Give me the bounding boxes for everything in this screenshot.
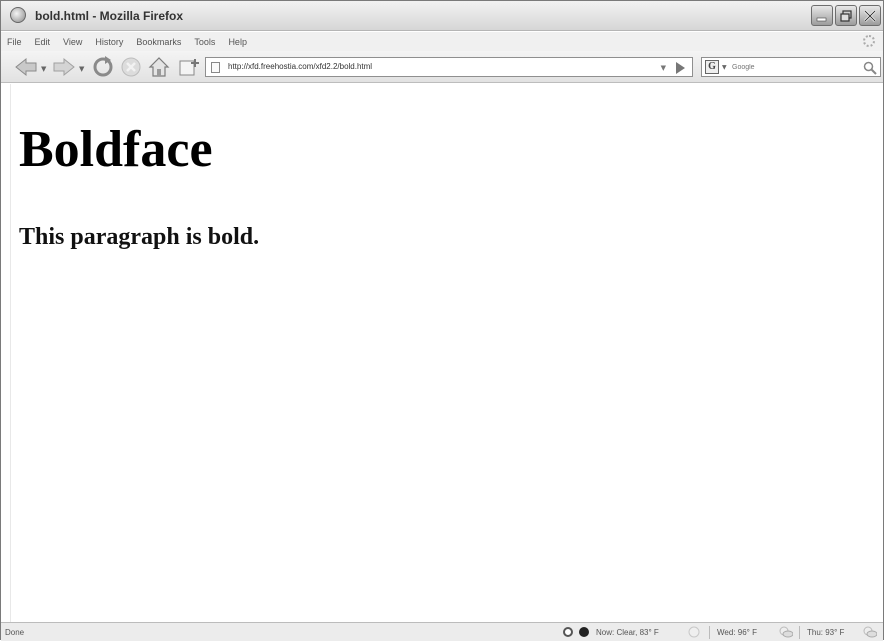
window-title: bold.html - Mozilla Firefox xyxy=(35,9,183,23)
search-magnifier-icon[interactable] xyxy=(863,61,877,75)
navigation-toolbar: ▼ ▼ http://xfd.freehostia.com/xfd2.2/bol… xyxy=(1,51,883,83)
menu-bookmarks[interactable]: Bookmarks xyxy=(136,37,181,47)
forward-button[interactable] xyxy=(51,55,77,79)
status-separator xyxy=(799,626,800,639)
url-text[interactable]: http://xfd.freehostia.com/xfd2.2/bold.ht… xyxy=(228,58,372,76)
stop-button[interactable] xyxy=(119,55,143,79)
reload-icon xyxy=(93,56,113,77)
engine-dropdown-icon[interactable]: ▼ xyxy=(722,64,727,71)
status-text: Done xyxy=(5,628,25,637)
menu-history[interactable]: History xyxy=(95,37,123,47)
browser-window: bold.html - Mozilla Firefox File Edit Vi… xyxy=(0,0,884,641)
weather-thu[interactable]: Thu: 93° F xyxy=(807,628,844,637)
close-icon xyxy=(864,10,876,22)
menu-edit[interactable]: Edit xyxy=(35,37,51,47)
page-icon xyxy=(211,62,220,73)
forecast-status-icon[interactable] xyxy=(579,627,589,637)
menu-bar: File Edit View History Bookmarks Tools H… xyxy=(1,32,883,51)
status-bar: Done Now: Clear, 83° F Wed: 96° F Thu: 9… xyxy=(1,622,883,641)
url-dropdown-icon[interactable]: ▼ xyxy=(661,64,666,72)
forward-arrow-icon xyxy=(53,57,75,77)
restore-button[interactable] xyxy=(835,5,857,26)
page-heading: Boldface xyxy=(19,121,213,178)
menu-help[interactable]: Help xyxy=(228,37,247,47)
weather-wed[interactable]: Wed: 96° F xyxy=(717,628,757,637)
bold-paragraph: This paragraph is bold. xyxy=(19,224,260,250)
address-bar[interactable]: http://xfd.freehostia.com/xfd2.2/bold.ht… xyxy=(205,57,693,77)
forward-dropdown-icon[interactable]: ▼ xyxy=(79,65,84,73)
back-dropdown-icon[interactable]: ▼ xyxy=(41,65,46,73)
new-tab-icon xyxy=(179,59,199,76)
title-bar[interactable]: bold.html - Mozilla Firefox xyxy=(1,1,883,31)
home-button[interactable] xyxy=(147,55,171,79)
menu-file[interactable]: File xyxy=(7,37,22,47)
close-button[interactable] xyxy=(859,5,881,26)
search-box[interactable]: G ▼ xyxy=(701,57,881,77)
page-content: Boldface This paragraph is bold. xyxy=(1,84,883,622)
reload-button[interactable] xyxy=(91,55,115,79)
partly-cloudy-icon xyxy=(779,626,793,638)
search-input[interactable] xyxy=(732,59,852,75)
window-controls xyxy=(811,5,881,26)
partly-cloudy-icon xyxy=(863,626,877,638)
restore-icon xyxy=(840,10,852,22)
new-tab-button[interactable] xyxy=(177,55,201,79)
minimize-icon xyxy=(816,17,827,22)
firefox-icon xyxy=(10,7,26,23)
extension-status-icon[interactable] xyxy=(563,627,573,637)
menu-view[interactable]: View xyxy=(63,37,82,47)
google-engine-icon[interactable]: G xyxy=(705,60,719,74)
weather-now[interactable]: Now: Clear, 83° F xyxy=(596,628,659,637)
content-left-edge xyxy=(1,84,11,622)
go-arrow-icon[interactable] xyxy=(676,62,685,74)
clear-sky-icon xyxy=(688,626,700,638)
back-button[interactable] xyxy=(13,55,39,79)
minimize-button[interactable] xyxy=(811,5,833,26)
status-separator xyxy=(709,626,710,639)
menu-tools[interactable]: Tools xyxy=(194,37,215,47)
stop-icon xyxy=(121,57,141,77)
back-arrow-icon xyxy=(15,57,37,77)
home-icon xyxy=(148,57,170,77)
activity-throbber-icon xyxy=(863,35,875,47)
